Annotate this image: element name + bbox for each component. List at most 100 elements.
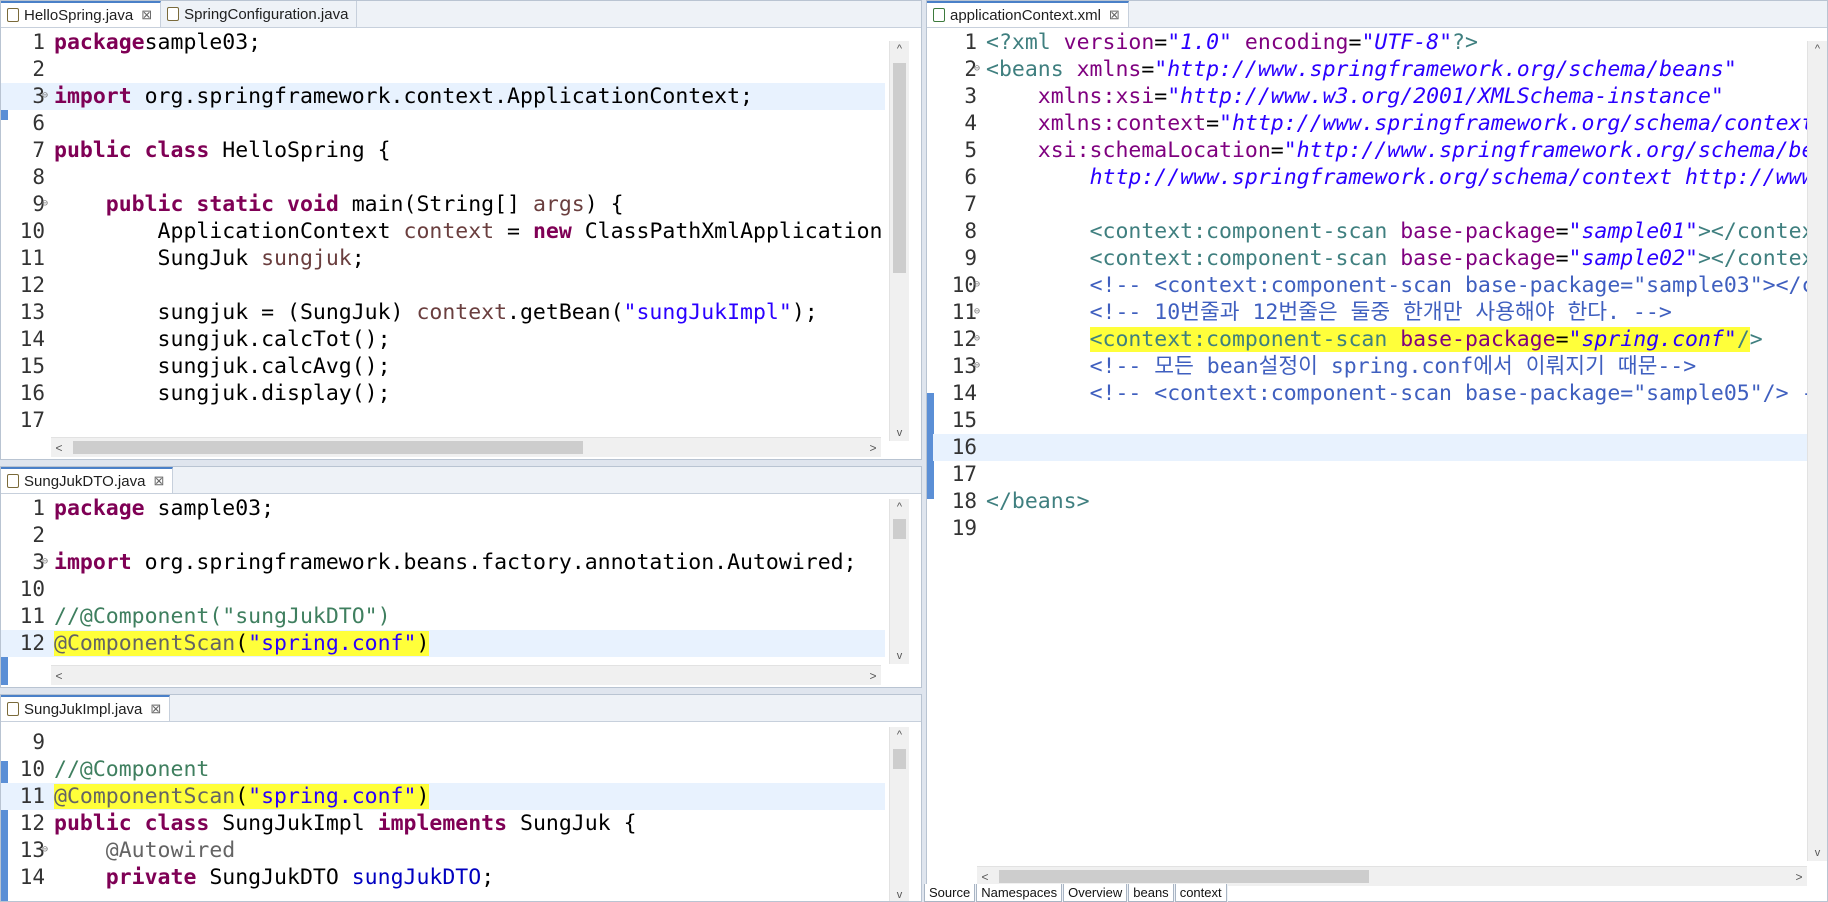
tab-context[interactable]: context: [1174, 884, 1227, 902]
code-line[interactable]: 6 http://www.springframework.org/schema/…: [933, 164, 1814, 191]
code-line[interactable]: 19: [933, 515, 1813, 542]
code-area[interactable]: 1 packagesample03; 2 3 ⊖ import org.springfra…: [1, 29, 885, 437]
fold-toggle-icon[interactable]: ⊖: [42, 837, 48, 862]
code-line[interactable]: 12: [1, 272, 885, 299]
code-line[interactable]: 8: [1, 164, 885, 191]
tab-namespaces[interactable]: Namespaces: [976, 884, 1063, 902]
scroll-down-icon[interactable]: v: [890, 425, 909, 441]
scroll-right-icon[interactable]: >: [865, 666, 881, 686]
code-line[interactable]: 2 ⊖ <beans xmlns="http://www.springframewo…: [933, 56, 1813, 83]
close-tab-icon[interactable]: ⊠: [150, 701, 161, 717]
scroll-thumb[interactable]: [73, 441, 583, 454]
code-line[interactable]: 9 <context:component-scan base-package="…: [933, 245, 1814, 272]
tab-applicationcontext[interactable]: applicationContext.xml ⊠: [927, 1, 1129, 27]
scroll-thumb[interactable]: [893, 519, 906, 539]
horizontal-scrollbar[interactable]: < >: [51, 665, 881, 685]
code-line[interactable]: 11 ⊖ <!-- 10번줄과 12번줄은 둘중 한개만 사용해야 한다. -->: [933, 299, 1813, 326]
scroll-thumb[interactable]: [893, 749, 906, 769]
code-line[interactable]: 6: [1, 110, 885, 137]
vertical-scrollbar[interactable]: ^ v: [1807, 41, 1827, 861]
code-line[interactable]: 12 ⊖ <context:component-scan base-package…: [933, 326, 1813, 353]
code-line[interactable]: 15: [933, 407, 1813, 434]
close-tab-icon[interactable]: ⊠: [141, 7, 152, 23]
fold-toggle-icon[interactable]: ⊖: [42, 83, 48, 108]
tab-overview[interactable]: Overview: [1063, 884, 1128, 902]
code-line[interactable]: 10 ⊖ <!-- <context:component-scan base-pa…: [933, 272, 1815, 299]
code-area[interactable]: 1 <?xml version="1.0" encoding="UTF-8"?> 2…: [933, 29, 1815, 869]
code-line[interactable]: 9: [1, 729, 885, 756]
code-line[interactable]: 4 xmlns:context="http://www.springframew…: [933, 110, 1814, 137]
code-line[interactable]: 12 public class SungJukImpl implements Su…: [1, 810, 885, 837]
code-line[interactable]: 18 </beans>: [933, 488, 1813, 515]
code-line[interactable]: 16 sungjuk.display();: [1, 380, 885, 407]
tab-sungjukdto[interactable]: SungJukDTO.java ⊠: [1, 467, 174, 493]
code-line[interactable]: 11 @ComponentScan("spring.conf"): [1, 783, 885, 810]
fold-toggle-icon[interactable]: ⊖: [42, 191, 48, 216]
tab-beans[interactable]: beans: [1128, 884, 1174, 902]
code-line[interactable]: 3 xmlns:xsi="http://www.w3.org/2001/XMLS…: [933, 83, 1813, 110]
code-line[interactable]: 14 sungjuk.calcTot();: [1, 326, 885, 353]
fold-toggle-icon[interactable]: ⊖: [974, 353, 980, 378]
code-line[interactable]: 13 sungjuk = (SungJuk) context.getBean("…: [1, 299, 885, 326]
code-line[interactable]: 17: [933, 461, 1813, 488]
line-number: 11: [19, 246, 45, 270]
scroll-up-icon[interactable]: ^: [1808, 41, 1827, 57]
code-line[interactable]: 8 <context:component-scan base-package="…: [933, 218, 1814, 245]
fold-toggle-icon[interactable]: ⊖: [42, 549, 48, 574]
scroll-left-icon[interactable]: <: [51, 438, 67, 458]
tab-hellospring[interactable]: HelloSpring.java ⊠: [1, 1, 162, 27]
code-line[interactable]: 1 <?xml version="1.0" encoding="UTF-8"?>: [933, 29, 1813, 56]
code-line[interactable]: 3 ⊖ import org.springframework.beans.facto…: [1, 549, 885, 576]
scroll-thumb[interactable]: [893, 63, 906, 273]
code-area[interactable]: 9 10 //@Component 11 @ComponentScan("spring.…: [1, 729, 885, 901]
code-token: new: [532, 219, 572, 244]
code-line[interactable]: 16: [933, 434, 1813, 461]
code-line[interactable]: 2: [1, 522, 885, 549]
scroll-down-icon[interactable]: v: [1808, 845, 1827, 861]
scroll-left-icon[interactable]: <: [51, 666, 67, 686]
tab-springconfiguration[interactable]: SpringConfiguration.java: [161, 1, 358, 27]
scroll-down-icon[interactable]: v: [890, 887, 909, 901]
code-line[interactable]: 15 sungjuk.calcAvg();: [1, 353, 885, 380]
close-tab-icon[interactable]: ⊠: [1109, 7, 1120, 23]
code-line[interactable]: 10 //@Component: [1, 756, 885, 783]
code-line[interactable]: 7 public class HelloSpring {: [1, 137, 885, 164]
code-line[interactable]: 9 ⊖ public static void main(String[] args…: [1, 191, 885, 218]
fold-toggle-icon[interactable]: ⊖: [974, 299, 980, 324]
code-line[interactable]: 10: [1, 576, 885, 603]
scroll-up-icon[interactable]: ^: [890, 727, 909, 743]
code-line[interactable]: 13 ⊖ <!-- 모든 bean설정이 spring.conf에서 이뤄지기 때…: [933, 353, 1813, 380]
horizontal-scrollbar[interactable]: < >: [977, 866, 1807, 886]
fold-toggle-icon[interactable]: ⊖: [974, 56, 980, 81]
scroll-thumb[interactable]: [999, 870, 1369, 883]
horizontal-scrollbar[interactable]: < >: [51, 437, 881, 457]
fold-toggle-icon[interactable]: ⊖: [974, 326, 980, 351]
code-line[interactable]: 5 xsi:schemaLocation="http://www.springf…: [933, 137, 1814, 164]
code-line[interactable]: 2: [1, 56, 885, 83]
fold-toggle-icon[interactable]: ⊖: [974, 272, 980, 297]
code-line[interactable]: 11 //@Component("sungJukDTO"): [1, 603, 885, 630]
code-line[interactable]: 12 @ComponentScan("spring.conf"): [1, 630, 885, 657]
code-line[interactable]: 11 SungJuk sungjuk;: [1, 245, 885, 272]
scroll-up-icon[interactable]: ^: [890, 41, 909, 57]
vertical-scrollbar[interactable]: ^ v: [889, 499, 909, 664]
code-line[interactable]: 13 ⊖ @Autowired: [1, 837, 885, 864]
tab-source[interactable]: Source: [924, 884, 976, 902]
code-line[interactable]: 14 <!-- <context:component-scan base-pac…: [933, 380, 1815, 407]
scroll-up-icon[interactable]: ^: [890, 499, 909, 515]
scroll-down-icon[interactable]: v: [890, 648, 909, 664]
code-line[interactable]: 1 packagesample03;: [1, 29, 885, 56]
vertical-scrollbar[interactable]: ^ v: [889, 727, 909, 901]
code-area[interactable]: 1 package sample03; 2 3 ⊖ import org.springfr…: [1, 495, 885, 665]
code-line[interactable]: 10 ApplicationContext context = new Clas…: [1, 218, 885, 245]
code-line[interactable]: 3 ⊖ import org.springframework.context.App…: [1, 83, 885, 110]
close-tab-icon[interactable]: ⊠: [153, 473, 164, 489]
scroll-right-icon[interactable]: >: [865, 438, 881, 458]
code-line[interactable]: 17: [1, 407, 885, 434]
code-line[interactable]: 7: [933, 191, 1813, 218]
code-line[interactable]: 14 private SungJukDTO sungJukDTO;: [1, 864, 885, 891]
code-line[interactable]: 1 package sample03;: [1, 495, 885, 522]
vertical-scrollbar[interactable]: ^ v: [889, 41, 909, 441]
scroll-right-icon[interactable]: >: [1791, 867, 1807, 887]
tab-sungjukimpl[interactable]: SungJukImpl.java ⊠: [1, 695, 171, 721]
